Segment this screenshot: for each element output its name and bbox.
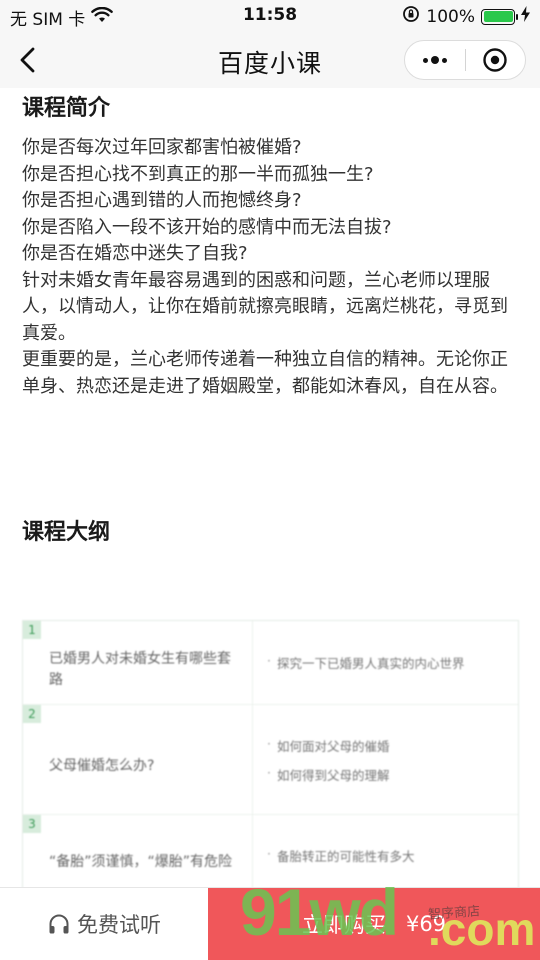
outline-topic-cell: 2 父母催婚怎么办? — [23, 705, 253, 814]
outline-topic-cell: 1 已婚男人对未婚女生有哪些套路 — [23, 621, 253, 704]
battery-fill — [483, 11, 513, 22]
intro-paragraph: 你是否在婚恋中迷失了自我? — [22, 243, 248, 264]
status-bar: 无 SIM 卡 11:58 100% — [0, 0, 540, 32]
charging-bolt-icon — [521, 6, 530, 27]
outline-row: 1 已婚男人对未婚女生有哪些套路 探究一下已婚男人真实的内心世界 — [23, 621, 518, 705]
status-right: 100% — [402, 5, 530, 28]
lesson-point: 如何面对父母的催婚 — [267, 736, 504, 755]
mini-program-capsule — [404, 40, 526, 80]
outline-title: 课程大纲 — [22, 520, 111, 545]
free-trial-button[interactable]: 免费试听 — [0, 888, 208, 960]
outline-points-cell: 探究一下已婚男人真实的内心世界 — [253, 621, 518, 704]
lesson-point: 如何得到父母的理解 — [267, 765, 504, 784]
headphones-icon — [49, 914, 69, 934]
more-dots-icon — [422, 56, 447, 64]
outline-row: 2 父母催婚怎么办? 如何面对父母的催婚 如何得到父母的理解 — [23, 705, 518, 815]
buy-now-button[interactable]: 立即购买 ¥69 — [208, 888, 540, 960]
orientation-lock-icon — [402, 5, 420, 28]
lesson-topic: 已婚男人对未婚女生有哪些套路 — [49, 650, 231, 688]
intro-paragraph: 更重要的是，兰心老师传递着一种独立自信的精神。无论你正单身、热恋还是走进了婚姻殿… — [22, 349, 508, 397]
close-mini-program-button[interactable] — [466, 41, 526, 79]
intro-paragraph: 你是否每次过年回家都害怕被催婚? — [22, 137, 302, 158]
buy-now-label: 立即购买 — [301, 913, 386, 937]
battery-icon — [481, 8, 518, 25]
outline-points-cell: 如何面对父母的催婚 如何得到父母的理解 — [253, 705, 518, 814]
intro-paragraph: 你是否担心遇到错的人而抱憾终身? — [22, 190, 302, 211]
battery-percent: 100% — [426, 6, 475, 27]
lesson-topic: “备胎”须谨慎，“爆胎”有危险 — [49, 853, 233, 870]
course-content: 课程简介 你是否每次过年回家都害怕被催婚? 你是否担心找不到真正的那一半而孤独一… — [22, 88, 522, 545]
outline-topic-cell: 3 “备胎”须谨慎，“爆胎”有危险 — [23, 815, 253, 895]
lesson-number-badge: 1 — [23, 621, 41, 639]
lesson-number-badge: 2 — [23, 705, 41, 723]
nav-bar: 百度小课 — [0, 32, 540, 88]
price-label: ¥69 — [405, 912, 447, 936]
intro-body: 你是否每次过年回家都害怕被催婚? 你是否担心找不到真正的那一半而孤独一生? 你是… — [22, 135, 522, 400]
bottom-action-bar: 免费试听 立即购买 ¥69 — [0, 887, 540, 960]
target-circle-icon — [483, 48, 507, 72]
lesson-point: 探究一下已婚男人真实的内心世界 — [267, 653, 504, 672]
free-trial-label: 免费试听 — [77, 913, 161, 937]
more-button[interactable] — [405, 41, 465, 79]
outline-row: 3 “备胎”须谨慎，“爆胎”有危险 备胎转正的可能性有多大 — [23, 815, 518, 895]
intro-paragraph: 你是否担心找不到真正的那一半而孤独一生? — [22, 163, 374, 185]
lesson-number-badge: 3 — [23, 815, 41, 833]
intro-title: 课程简介 — [22, 96, 111, 121]
lesson-topic: 父母催婚怎么办? — [49, 758, 155, 774]
outline-table: 1 已婚男人对未婚女生有哪些套路 探究一下已婚男人真实的内心世界 2 父母催婚怎… — [22, 620, 519, 896]
outline-points-cell: 备胎转正的可能性有多大 — [253, 815, 518, 895]
intro-paragraph: 针对未婚女青年最容易遇到的困惑和问题，兰心老师以理服人，以情动人，让你在婚前就擦… — [22, 269, 508, 344]
lesson-point: 备胎转正的可能性有多大 — [267, 846, 504, 865]
intro-paragraph: 你是否陷入一段不该开始的感情中而无法自拔? — [22, 216, 392, 238]
